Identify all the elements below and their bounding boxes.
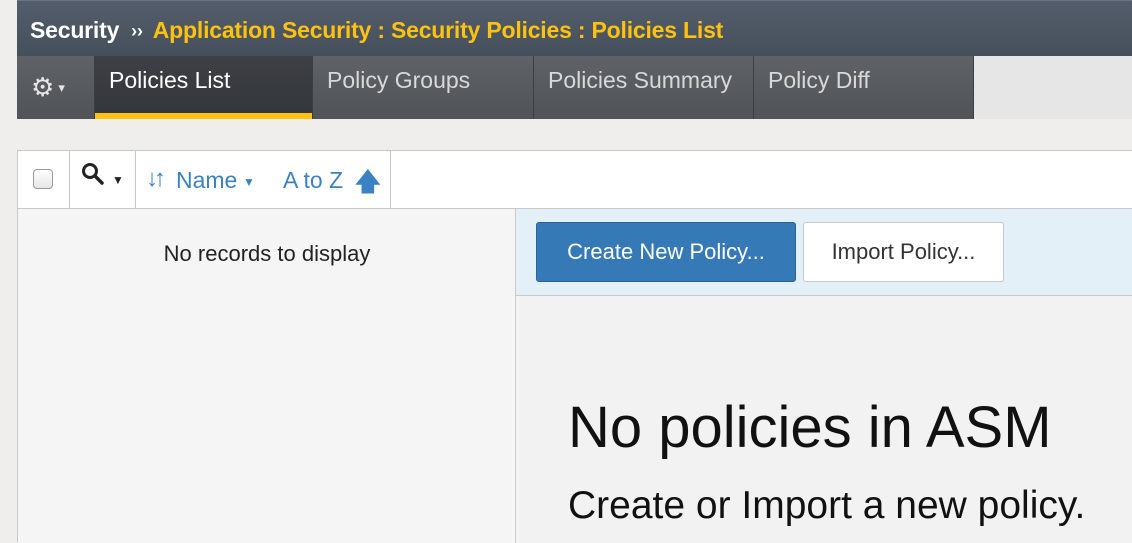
sort-order-button[interactable]: A to Z bbox=[283, 167, 343, 194]
tab-policies-summary[interactable]: Policies Summary bbox=[534, 56, 754, 119]
tab-policies-list[interactable]: Policies List bbox=[95, 56, 313, 119]
import-policy-button[interactable]: Import Policy... bbox=[803, 222, 1004, 282]
breadcrumb-root[interactable]: Security bbox=[30, 17, 119, 43]
sort-control: ↓↑ Name ▼ A to Z 🡅 bbox=[136, 151, 391, 208]
search-icon bbox=[81, 162, 105, 193]
breadcrumb: Security ›› Application Security : Securit… bbox=[30, 17, 723, 44]
chevron-down-icon: ▼ bbox=[112, 173, 124, 187]
chevron-down-icon: ▼ bbox=[243, 175, 255, 189]
empty-state-subtitle: Create or Import a new policy. bbox=[568, 484, 1086, 527]
sort-icon: ↓↑ bbox=[146, 165, 166, 192]
policy-detail-pane: Create New Policy... Import Policy... No… bbox=[516, 209, 1132, 543]
tab-policy-groups[interactable]: Policy Groups bbox=[313, 56, 534, 119]
gear-icon: ⚙ bbox=[31, 72, 55, 102]
policies-panel: ▼ ↓↑ Name ▼ A to Z 🡅 No records to displ… bbox=[17, 150, 1132, 543]
header-bar: Security ›› Application Security : Securit… bbox=[17, 0, 1132, 56]
action-bar: Create New Policy... Import Policy... bbox=[516, 209, 1132, 296]
list-toolbar: ▼ ↓↑ Name ▼ A to Z 🡅 bbox=[18, 151, 1132, 209]
breadcrumb-separator: ›› bbox=[131, 21, 143, 41]
tabs-row: ⚙ ▾ Policies List Policy Groups Policies … bbox=[17, 56, 1132, 119]
sort-field-button[interactable]: Name bbox=[176, 167, 237, 194]
search-menu-button[interactable]: ▼ bbox=[70, 151, 136, 208]
tab-policy-diff[interactable]: Policy Diff bbox=[754, 56, 974, 119]
arrow-up-icon[interactable]: 🡅 bbox=[355, 163, 381, 206]
create-new-policy-button[interactable]: Create New Policy... bbox=[536, 222, 796, 282]
select-all-cell bbox=[18, 151, 70, 208]
select-all-checkbox[interactable] bbox=[33, 169, 53, 189]
gear-menu-button[interactable]: ⚙ ▾ bbox=[17, 56, 95, 119]
breadcrumb-path: Application Security : Security Policies… bbox=[152, 17, 724, 43]
tab-bar: ⚙ ▾ Policies List Policy Groups Policies … bbox=[17, 56, 974, 119]
empty-list-message: No records to display bbox=[163, 241, 371, 266]
policy-list: No records to display bbox=[18, 209, 516, 543]
chevron-down-icon: ▾ bbox=[58, 80, 65, 95]
empty-state-title: No policies in ASM bbox=[568, 395, 1052, 460]
